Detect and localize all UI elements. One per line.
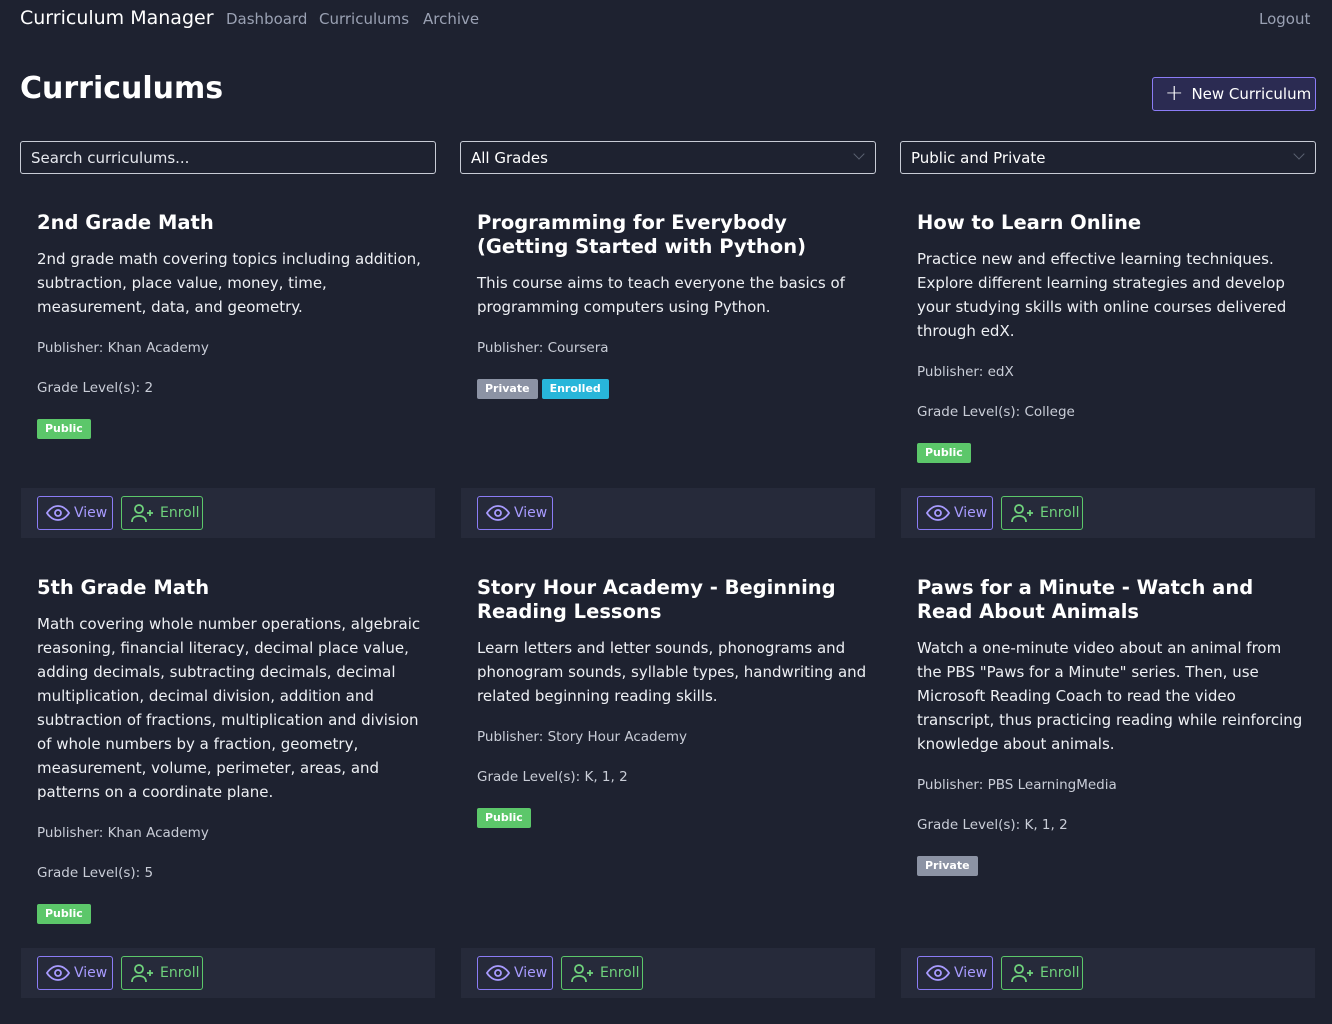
card-title: 5th Grade Math [37, 576, 210, 599]
curriculum-card: Paws for a Minute - Watch and Read About… [901, 560, 1315, 999]
eye-icon [46, 965, 70, 981]
brand-link[interactable]: Curriculum Manager [20, 7, 214, 29]
enroll-button[interactable]: Enroll [121, 496, 203, 530]
card-description: Math covering whole number operations, a… [37, 615, 421, 801]
status-badge: Private [477, 379, 538, 399]
enroll-button[interactable]: Enroll [1001, 956, 1083, 990]
curriculum-card: 5th Grade Math Math covering whole numbe… [21, 560, 435, 999]
visibility-select-value: Public and Private [911, 148, 1046, 167]
grade-select[interactable]: All Grades [460, 141, 876, 174]
card-description: This course aims to teach everyone the b… [477, 274, 845, 316]
card-description: Watch a one-minute video about an animal… [917, 639, 1303, 753]
eye-icon [486, 505, 510, 521]
eye-icon [486, 965, 510, 981]
new-curriculum-label: New Curriculum [1191, 85, 1312, 103]
status-badge: Public [477, 808, 531, 828]
card-title: Programming for Everybody (Getting Start… [477, 211, 806, 258]
visibility-select[interactable]: Public and Private [900, 141, 1316, 174]
enroll-label: Enroll [600, 965, 640, 981]
plus-icon: + [1165, 81, 1184, 106]
user-plus-icon [131, 964, 153, 983]
enroll-label: Enroll [1040, 505, 1080, 521]
card-footer: View Enroll [461, 948, 875, 998]
card-grade-levels: Grade Level(s): K, 1, 2 [477, 769, 628, 785]
enroll-button[interactable]: Enroll [1001, 496, 1083, 530]
curriculum-card: Story Hour Academy - Beginning Reading L… [461, 560, 875, 999]
enroll-button[interactable]: Enroll [121, 956, 203, 990]
view-label: View [954, 505, 988, 521]
view-button[interactable]: View [37, 956, 113, 990]
card-footer: View Enroll [21, 948, 435, 998]
user-plus-icon [131, 504, 153, 523]
card-publisher: Publisher: Khan Academy [37, 825, 209, 841]
view-label: View [74, 505, 108, 521]
card-title: Story Hour Academy - Beginning Reading L… [477, 576, 836, 623]
new-curriculum-button[interactable]: + New Curriculum [1152, 77, 1316, 111]
view-button[interactable]: View [477, 956, 553, 990]
eye-icon [926, 965, 950, 981]
card-description: Learn letters and letter sounds, phonogr… [477, 639, 867, 705]
curriculum-card: Programming for Everybody (Getting Start… [461, 195, 875, 538]
enroll-label: Enroll [160, 505, 200, 521]
search-input[interactable] [20, 141, 436, 174]
user-plus-icon [1011, 504, 1033, 523]
navbar: Curriculum Manager Dashboard Curriculums… [0, 0, 1332, 40]
view-button[interactable]: View [37, 496, 113, 530]
status-badge: Public [37, 419, 91, 439]
view-button[interactable]: View [917, 496, 993, 530]
card-title: 2nd Grade Math [37, 211, 214, 234]
card-publisher: Publisher: Coursera [477, 340, 609, 356]
card-description: Practice new and effective learning tech… [917, 250, 1287, 340]
view-label: View [514, 965, 548, 981]
card-publisher: Publisher: Story Hour Academy [477, 729, 688, 745]
card-footer: View Enroll [901, 948, 1315, 998]
card-description: 2nd grade math covering topics including… [37, 250, 421, 316]
eye-icon [926, 505, 950, 521]
view-label: View [514, 505, 548, 521]
enrolled-badge: Enrolled [541, 379, 609, 399]
logout-link[interactable]: Logout [1259, 10, 1310, 28]
user-plus-icon [571, 964, 593, 983]
card-footer: View [461, 488, 875, 538]
card-footer: View Enroll [901, 488, 1315, 538]
status-badge: Public [37, 904, 91, 924]
card-title: How to Learn Online [917, 211, 1142, 234]
eye-icon [46, 505, 70, 521]
enroll-label: Enroll [1040, 965, 1080, 981]
grade-select-value: All Grades [471, 148, 548, 167]
chevron-down-icon [1293, 148, 1305, 160]
card-publisher: Publisher: PBS LearningMedia [917, 777, 1117, 793]
card-grade-levels: Grade Level(s): 5 [37, 865, 154, 881]
chevron-down-icon [853, 148, 865, 160]
view-label: View [74, 965, 108, 981]
enroll-button[interactable]: Enroll [561, 956, 643, 990]
enroll-label: Enroll [160, 965, 200, 981]
curriculum-card: 2nd Grade Math 2nd grade math covering t… [21, 195, 435, 538]
card-publisher: Publisher: Khan Academy [37, 340, 209, 356]
view-button[interactable]: View [917, 956, 993, 990]
view-label: View [954, 965, 988, 981]
card-grade-levels: Grade Level(s): K, 1, 2 [917, 817, 1068, 833]
view-button[interactable]: View [477, 496, 553, 530]
card-publisher: Publisher: edX [917, 364, 1014, 380]
card-footer: View Enroll [21, 488, 435, 538]
nav-link-dashboard[interactable]: Dashboard [226, 10, 307, 28]
card-grade-levels: Grade Level(s): 2 [37, 380, 154, 396]
curriculum-card: How to Learn Online Practice new and eff… [901, 195, 1315, 538]
card-grade-levels: Grade Level(s): College [917, 404, 1075, 420]
page-title: Curriculums [20, 71, 224, 106]
card-title: Paws for a Minute - Watch and Read About… [917, 576, 1254, 623]
status-badge: Private [917, 856, 978, 876]
nav-link-curriculums[interactable]: Curriculums [319, 10, 409, 28]
user-plus-icon [1011, 964, 1033, 983]
nav-link-archive[interactable]: Archive [423, 10, 479, 28]
status-badge: Public [917, 443, 971, 463]
